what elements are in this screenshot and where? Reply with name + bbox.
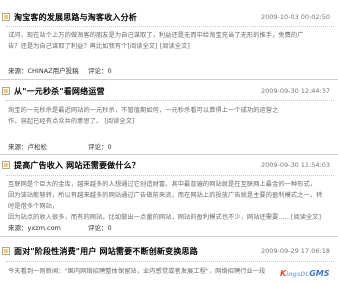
article-item: 从"一元秒杀"看网络运营 2009-09-30 12:44:37 淘宝的一元秒杀… <box>0 86 338 155</box>
divider <box>6 100 334 101</box>
article-title-link[interactable]: 提高广告收入 网站还需要做什么？ <box>14 160 140 171</box>
article-summary: 今天看到一则新闻："国内网络招聘整体保留站，业内感觉或者发展工程"，网络招聘行业… <box>8 266 326 277</box>
site-logo: KingsDLGMS <box>280 269 334 283</box>
summary-line: 今天看到一则新闻："国内网络招聘整体保留站，业内感觉或者发展工程"，网络招聘行业… <box>8 268 266 275</box>
divider <box>0 154 338 155</box>
divider <box>6 261 334 262</box>
article-comment-count[interactable]: 评论：0 <box>88 141 112 151</box>
logo-sub: ingsDL <box>286 271 310 278</box>
article-summary: 淘宝的一元秒杀是最近网站的一元秒杀，不管值期如何，一元秒杀看可以算得上一个成功的… <box>8 105 326 127</box>
article-item: 淘宝客的发展思路与淘客收入分析 2009-10-03 00:02:50 试问，现… <box>0 12 338 80</box>
article-meta: 来源：CHINAZ用户投稿 评论：0 <box>8 65 112 75</box>
bullet-icon <box>2 87 10 95</box>
summary-line: 互联网是个巨大的金库，越来越多的人想通过它创造财富。其中最普遍的网站就是在互联网… <box>8 181 317 188</box>
article-date: 2009-09-29 17:06:18 <box>260 247 330 255</box>
summary-line: 淘宝的一元秒杀是最近网站的一元秒杀，不管值期如何，一元秒杀看可以算得上一个成功的… <box>8 107 279 114</box>
article-meta: 来源：yxzm.com 评论：0 <box>8 222 112 232</box>
summary-line: 作，容起已经有点众共的意思了。 [阅读全文] <box>8 118 135 125</box>
article-title-link[interactable]: 面对"阶段性消费"用户 网站需要不断创新变换思路 <box>14 246 198 257</box>
article-date: 2009-09-30 12:44:37 <box>260 87 330 95</box>
summary-line: 试问，现在站个上万的做淘客的朋友是为自己谋取了，利益还是无而中给淘宝充当了无形的… <box>8 32 304 39</box>
article-item: 面对"阶段性消费"用户 网站需要不断创新变换思路 2009-09-29 17:0… <box>0 246 338 275</box>
article-date: 2009-10-03 00:02:50 <box>260 13 330 21</box>
article-source: 来源：yxzm.com <box>8 224 61 232</box>
article-meta: 来源：卢松松 评论：0 <box>8 141 112 151</box>
article-item: 提高广告收入 网站还需要做什么？ 2009-09-30 11:54:03 互联网… <box>0 160 338 237</box>
article-comment-count[interactable]: 评论：0 <box>88 65 112 75</box>
article-source: 来源：卢松松 <box>8 143 47 151</box>
divider <box>0 79 338 80</box>
article-comment-count[interactable]: 评论：0 <box>88 222 112 232</box>
article-summary: 试问，现在站个上万的做淘客的朋友是为自己谋取了，利益还是无而中给淘宝充当了无形的… <box>8 30 326 52</box>
article-source: 来源：CHINAZ用户投稿 <box>8 67 79 75</box>
summary-line: 因为该站能够转，所以有越来越多的网站通过广告做前来流，而在网站上的投放广告就是主… <box>8 192 323 210</box>
divider <box>6 26 334 27</box>
bullet-icon <box>2 161 10 169</box>
divider <box>0 236 338 237</box>
article-summary: 互联网是个巨大的金库，越来越多的人想通过它创造财富。其中最普遍的网站就是在互联网… <box>8 179 326 223</box>
divider <box>6 175 334 176</box>
article-title-link[interactable]: 从"一元秒杀"看网络运营 <box>14 86 105 97</box>
article-date: 2009-09-30 11:54:03 <box>260 161 330 169</box>
article-title-link[interactable]: 淘宝客的发展思路与淘客收入分析 <box>14 12 137 23</box>
article-list: 淘宝客的发展思路与淘客收入分析 2009-10-03 00:02:50 试问，现… <box>0 0 338 285</box>
summary-line: 告？还是为自己谋取了利益？再比如我有个[阅读全文] [阅读全文] <box>8 43 190 50</box>
bullet-icon <box>2 13 10 21</box>
bullet-icon <box>2 247 10 255</box>
logo-main: GMS <box>309 269 330 278</box>
